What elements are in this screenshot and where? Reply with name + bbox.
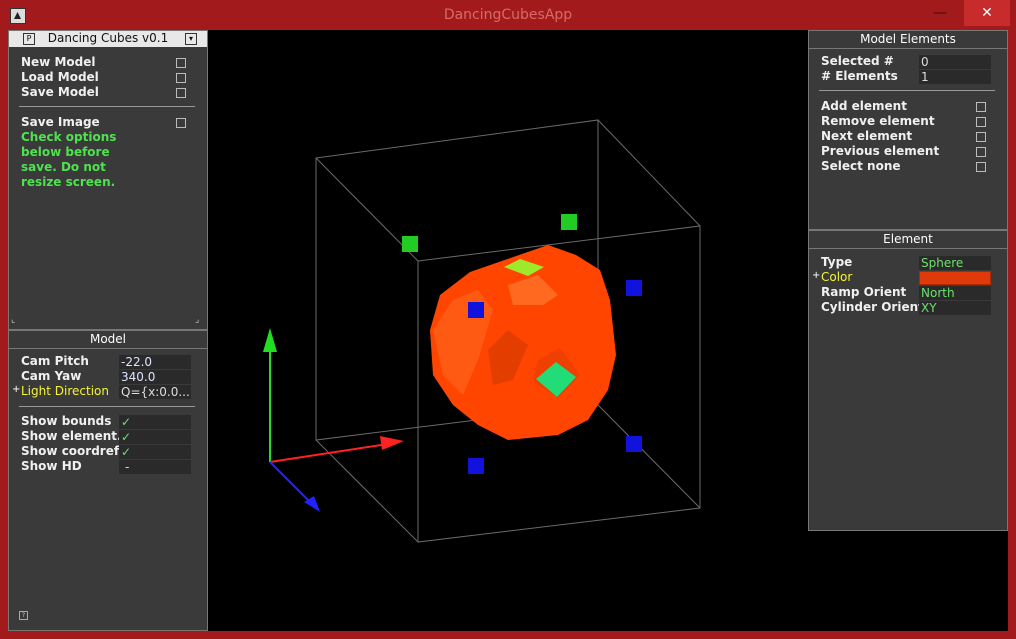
selected-label: Selected # <box>821 54 894 68</box>
ramp-orient-label: Ramp Orient <box>821 285 907 299</box>
model-elements-title: Model Elements <box>860 32 956 46</box>
show-coordref-label: Show coordref <box>21 444 120 458</box>
axis-x-arrow <box>380 436 404 450</box>
save-image-label: Save Image <box>21 115 100 129</box>
previous-element-button[interactable]: Previous element <box>821 144 939 159</box>
note-line-4: resize screen. <box>21 175 116 189</box>
marker-cube-blue[interactable] <box>626 280 642 296</box>
load-model-checkbox[interactable] <box>176 73 186 83</box>
expand-icon[interactable]: + <box>12 384 20 395</box>
elements-count-field: 1 <box>919 70 991 84</box>
light-direction-field[interactable]: Q={x:0.0... <box>119 385 191 399</box>
select-none-label: Select none <box>821 159 901 173</box>
main-panel-title: Dancing Cubes v0.1 <box>47 31 169 45</box>
show-hd-label: Show HD <box>21 459 82 473</box>
note-line-1: Check options <box>21 130 117 144</box>
collapse-icon[interactable]: ▾ <box>185 33 197 45</box>
remove-element-button[interactable]: Remove element <box>821 114 935 129</box>
next-element-label: Next element <box>821 129 913 143</box>
new-model-checkbox[interactable] <box>176 58 186 68</box>
divider <box>19 406 195 407</box>
next-element-button[interactable]: Next element <box>821 129 912 144</box>
color-swatch[interactable] <box>919 271 991 285</box>
element-panel-title: Element <box>883 232 933 246</box>
show-bounds-toggle[interactable]: ✓ <box>119 415 191 429</box>
help-icon[interactable]: ? <box>19 611 28 620</box>
marker-cube-green[interactable] <box>402 236 418 252</box>
show-coordref-toggle[interactable]: ✓ <box>119 445 191 459</box>
note-line-2: below before <box>21 145 110 159</box>
divider <box>9 348 207 349</box>
add-element-checkbox[interactable] <box>976 102 986 112</box>
note-line-3: save. Do not <box>21 160 106 174</box>
model-panel: Model Cam Pitch -22.0 Cam Yaw 340.0 + Li… <box>8 330 208 631</box>
previous-element-checkbox[interactable] <box>976 147 986 157</box>
divider <box>809 48 1007 49</box>
show-elements-toggle[interactable]: ✓ <box>119 430 191 444</box>
coordinate-axes <box>263 328 404 512</box>
select-none-checkbox[interactable] <box>976 162 986 172</box>
type-field[interactable]: Sphere <box>919 256 991 270</box>
load-model-label: Load Model <box>21 70 99 84</box>
divider <box>19 106 195 107</box>
expand-icon[interactable]: + <box>812 270 820 281</box>
cylinder-orient-field[interactable]: XY <box>919 301 991 315</box>
select-none-button[interactable]: Select none <box>821 159 901 174</box>
add-element-button[interactable]: Add element <box>821 99 907 114</box>
cam-yaw-label: Cam Yaw <box>21 369 82 383</box>
client-area: P Dancing Cubes v0.1 ▾ New Model Load Mo… <box>8 30 1008 631</box>
selected-field[interactable]: 0 <box>919 55 991 69</box>
main-panel: P Dancing Cubes v0.1 ▾ New Model Load Mo… <box>8 30 208 330</box>
new-model-button[interactable]: New Model <box>21 55 95 70</box>
load-model-button[interactable]: Load Model <box>21 70 99 85</box>
cam-pitch-field[interactable]: -22.0 <box>119 355 191 369</box>
model-panel-title: Model <box>89 332 127 346</box>
previous-element-label: Previous element <box>821 144 940 158</box>
divider <box>819 90 995 91</box>
axis-y-arrow <box>263 328 277 352</box>
app-window: DancingCubesApp — ✕ P Dancing Cubes v0.1… <box>0 0 1016 639</box>
pin-icon[interactable]: P <box>23 33 35 45</box>
show-hd-toggle[interactable]: - <box>119 460 191 474</box>
marker-cube-green[interactable] <box>561 214 577 230</box>
light-direction-label[interactable]: Light Direction <box>21 384 109 399</box>
cylinder-orient-label: Cylinder Orient <box>821 300 924 314</box>
add-element-label: Add element <box>821 99 907 113</box>
next-element-checkbox[interactable] <box>976 132 986 142</box>
marker-cube-blue[interactable] <box>468 458 484 474</box>
title-bar: DancingCubesApp — ✕ <box>0 0 1016 30</box>
resize-corner-icon[interactable]: ⌟ <box>195 315 205 327</box>
cam-yaw-field[interactable]: 340.0 <box>119 370 191 384</box>
color-label[interactable]: Color <box>821 270 852 285</box>
scene-canvas <box>263 119 701 543</box>
type-label: Type <box>821 255 853 269</box>
marker-cube-blue[interactable] <box>626 436 642 452</box>
save-image-button[interactable]: Save Image <box>21 115 100 130</box>
save-model-label: Save Model <box>21 85 99 99</box>
ramp-orient-field[interactable]: North <box>919 286 991 300</box>
remove-element-label: Remove element <box>821 114 935 128</box>
sphere-element[interactable] <box>430 245 616 440</box>
save-model-checkbox[interactable] <box>176 88 186 98</box>
resize-corner-icon[interactable]: ⌞ <box>11 315 21 327</box>
divider <box>809 248 1007 249</box>
save-image-checkbox[interactable] <box>176 118 186 128</box>
close-button[interactable]: ✕ <box>964 0 1010 26</box>
cam-pitch-label: Cam Pitch <box>21 354 89 368</box>
show-bounds-label: Show bounds <box>21 414 112 428</box>
window-title: DancingCubesApp <box>443 7 573 23</box>
new-model-label: New Model <box>21 55 96 69</box>
element-panel: Element Type Sphere + Color Ramp Orient … <box>808 230 1008 531</box>
save-model-button[interactable]: Save Model <box>21 85 99 100</box>
minimize-button[interactable]: — <box>920 0 960 26</box>
marker-cube-blue[interactable] <box>468 302 484 318</box>
remove-element-checkbox[interactable] <box>976 117 986 127</box>
show-elements-label: Show element.. <box>21 429 127 443</box>
main-panel-header[interactable]: P Dancing Cubes v0.1 ▾ <box>9 31 207 47</box>
3d-viewport[interactable] <box>208 30 808 631</box>
elements-count-label: # Elements <box>821 69 898 83</box>
model-elements-panel: Model Elements Selected # 0 # Elements 1… <box>808 30 1008 230</box>
